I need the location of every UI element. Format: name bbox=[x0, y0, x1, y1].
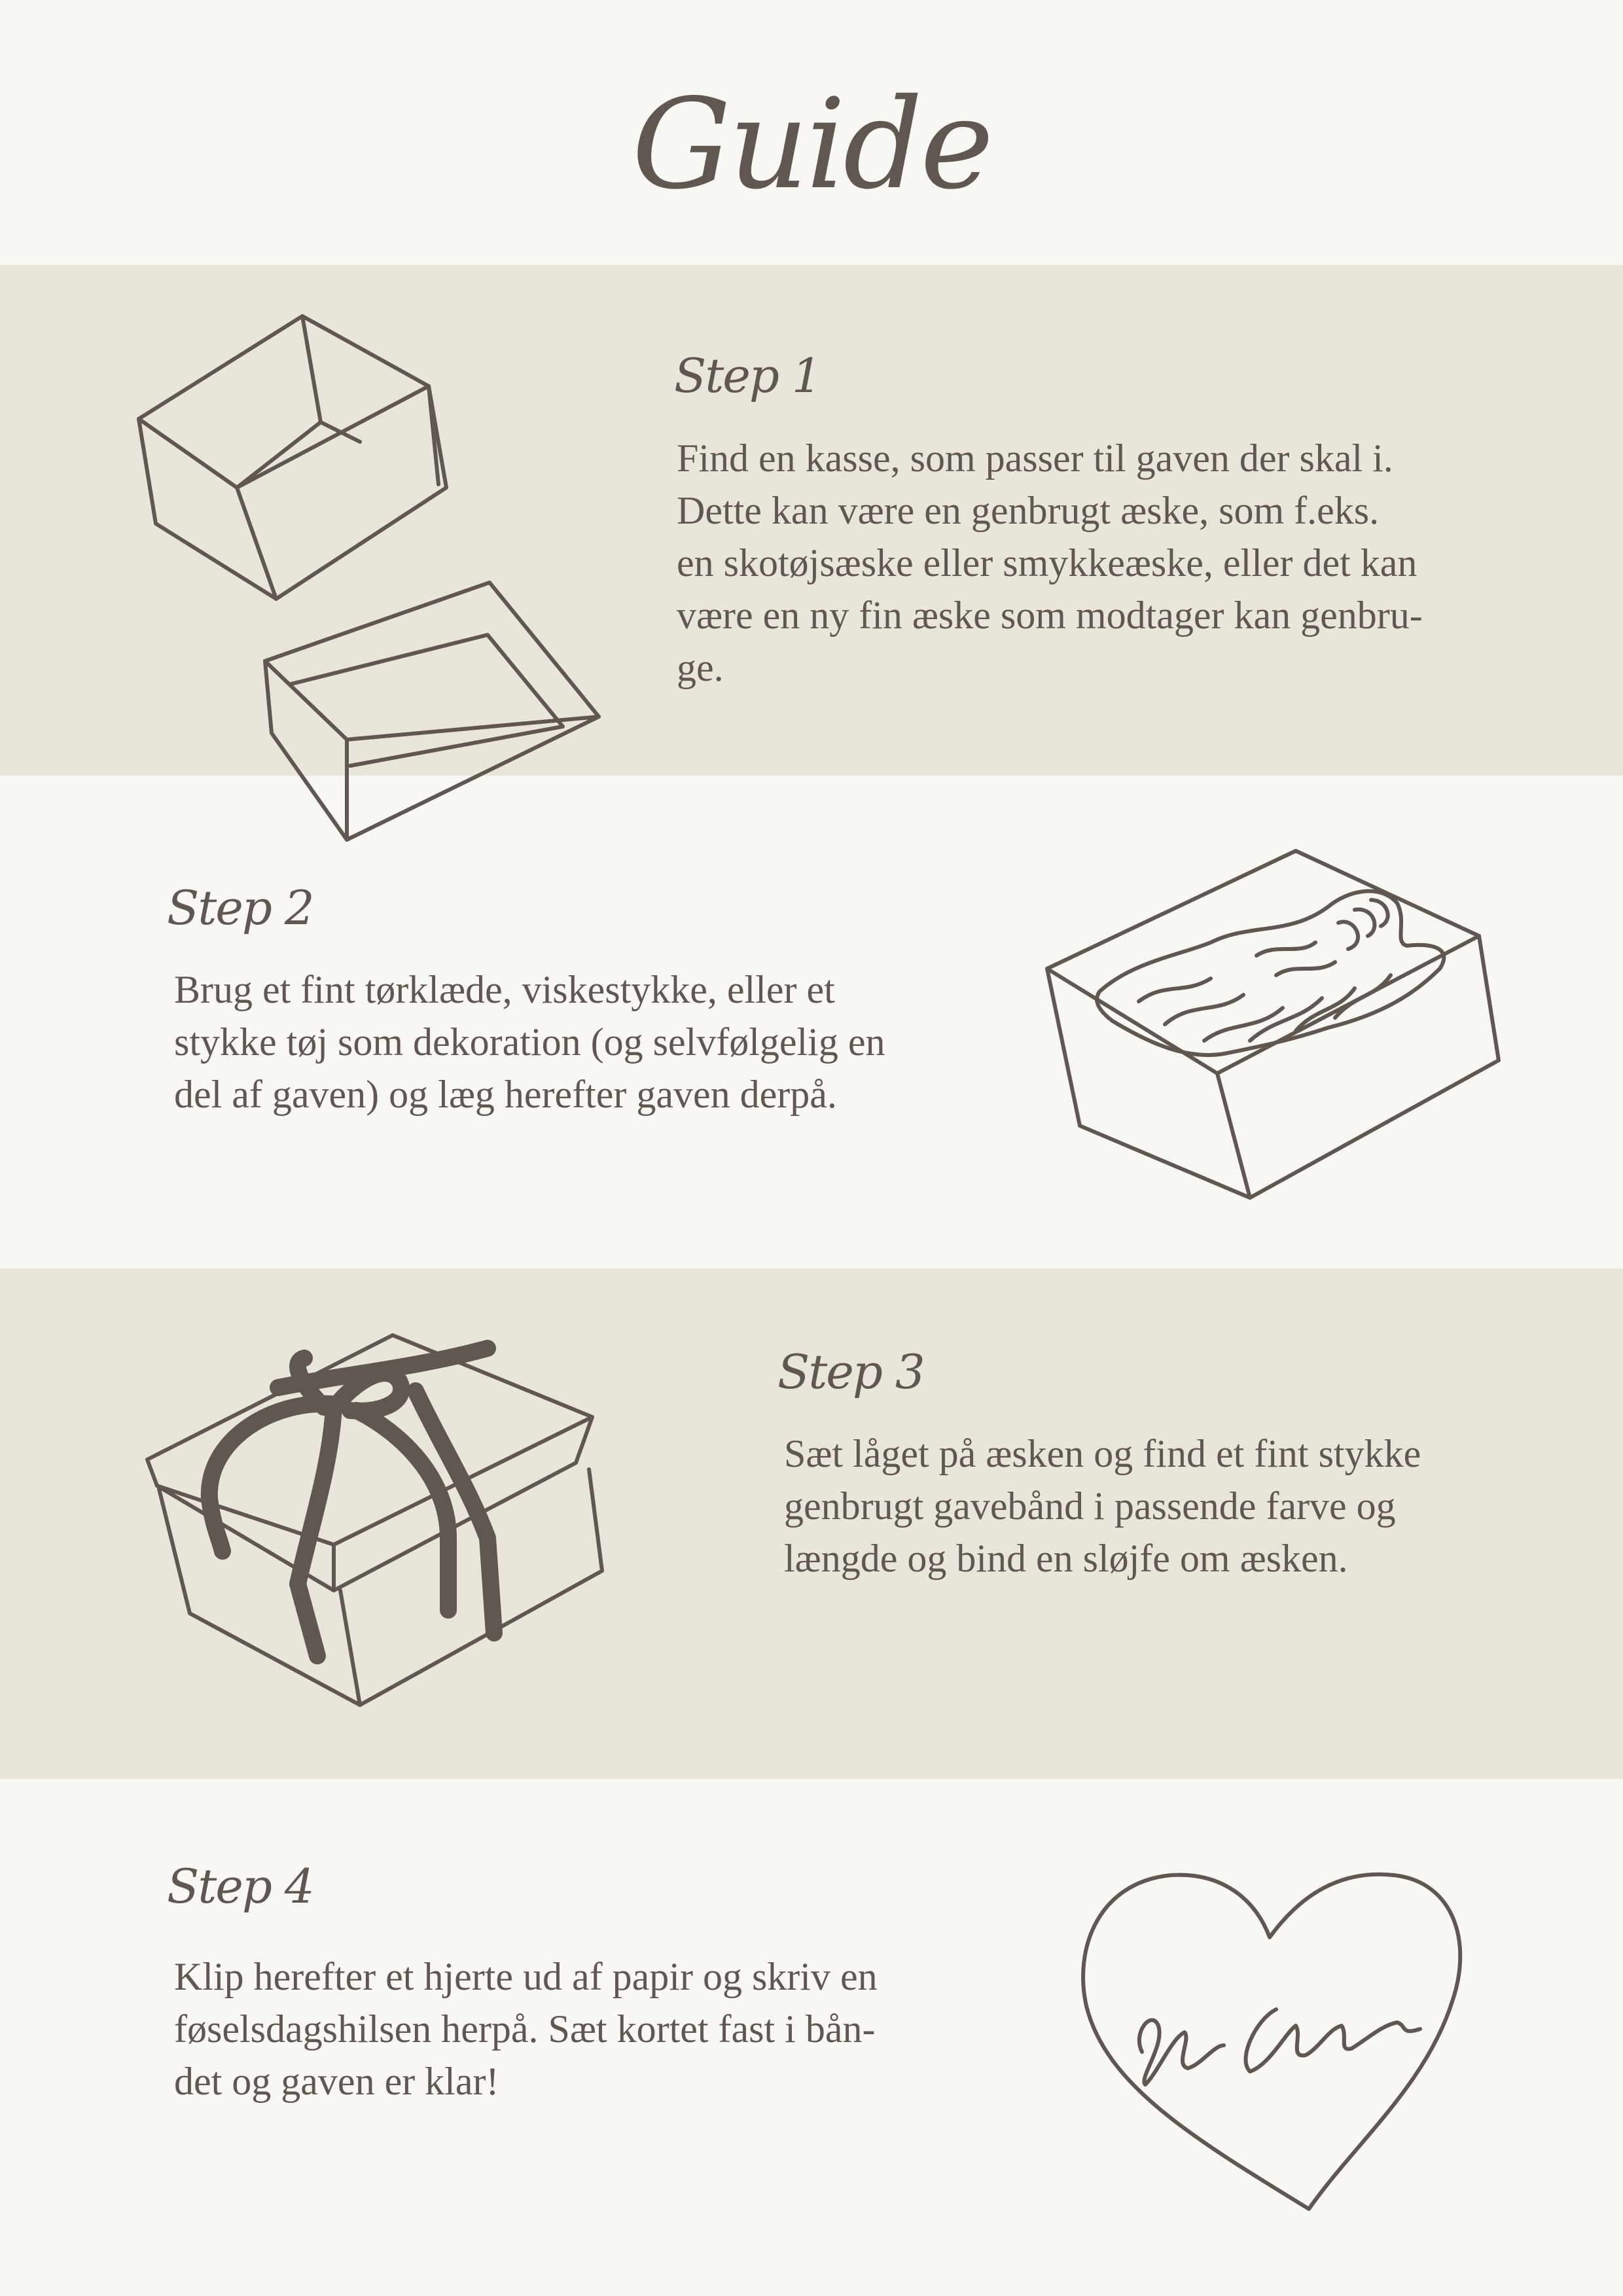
open-box-and-lid-icon bbox=[137, 314, 601, 842]
step-3-text: Sæt låget på æsken og find et fint stykk… bbox=[784, 1432, 1421, 1580]
step-2-text: Brug et fint tørklæde, viskestykke, elle… bbox=[174, 968, 885, 1116]
step-4-text: Klip herefter et hjerte ud af papir og s… bbox=[174, 1955, 878, 2103]
step-3-label: Step 3 bbox=[777, 1344, 925, 1399]
step-1-label: Step 1 bbox=[674, 348, 822, 403]
heart-card-icon bbox=[1081, 1872, 1463, 2211]
step-2-label: Step 2 bbox=[167, 880, 315, 935]
step-1-text: Find en kasse, som passer til gaven der … bbox=[677, 437, 1423, 689]
page-title: Guide bbox=[632, 72, 994, 217]
step-4-label: Step 4 bbox=[167, 1859, 315, 1914]
box-with-fabric-icon bbox=[1045, 849, 1501, 1200]
gift-box-with-ribbon-icon bbox=[145, 1333, 604, 1707]
